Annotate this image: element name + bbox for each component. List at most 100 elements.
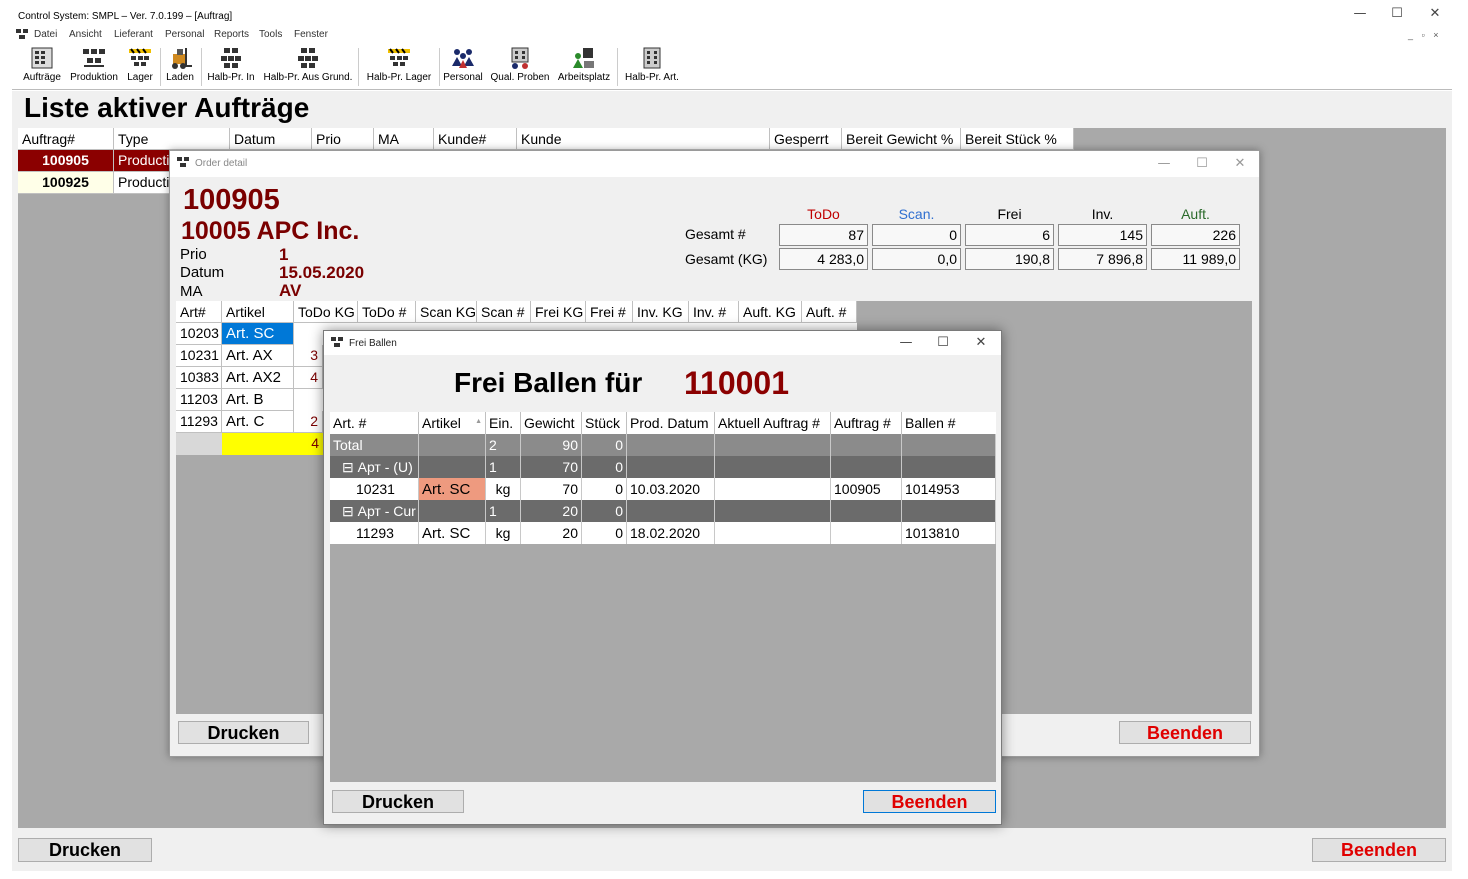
table-row-artikel[interactable]: Art. AX (222, 345, 294, 367)
mdi-window-controls[interactable]: _ ▫ × (1408, 30, 1441, 40)
toolbar-arbeitsplatz-button[interactable]: Arbeitsplatz (556, 46, 612, 83)
menu-reports[interactable]: Reports (214, 29, 249, 40)
ballen-cell-stueck[interactable]: 0 (582, 522, 627, 544)
maximize-button[interactable]: ☐ (935, 335, 951, 351)
ballen-cell-aktuell-auftrag[interactable] (715, 478, 831, 500)
ballen-cell-aktuell-auftrag[interactable] (715, 456, 831, 478)
column-header[interactable]: Scan # (477, 301, 531, 323)
maximize-button[interactable]: ☐ (1194, 156, 1210, 172)
ballen-cell-artikel[interactable] (419, 456, 486, 478)
toolbar-halb-pr-art-button[interactable]: Halb-Pr. Art. (622, 46, 682, 83)
table-row-artikel[interactable]: Art. AX2 (222, 367, 294, 389)
close-button[interactable]: ✕ (1232, 156, 1248, 172)
ballen-cell-ein[interactable]: kg (486, 478, 521, 500)
column-header[interactable]: Ein. (486, 412, 521, 434)
ballen-cell-gewicht[interactable]: 90 (521, 434, 582, 456)
ballen-cell-auftrag[interactable] (831, 434, 902, 456)
column-header[interactable]: Scan KG (416, 301, 477, 323)
column-header[interactable]: Aktuell Auftrag # (715, 412, 831, 434)
ballen-cell-artikel[interactable]: Art. SC (419, 522, 486, 544)
ballen-cell-auftrag[interactable] (831, 522, 902, 544)
column-header[interactable]: Art. # (330, 412, 419, 434)
ballen-cell-ballen[interactable] (902, 434, 996, 456)
ballen-cell-ballen[interactable] (902, 500, 996, 522)
ballen-cell-gewicht[interactable]: 20 (521, 500, 582, 522)
column-header[interactable]: Kunde (517, 128, 770, 150)
menu-ansicht[interactable]: Ansicht (69, 29, 102, 40)
toolbar-lager-button[interactable]: Lager (124, 46, 156, 83)
ballen-cell-art[interactable]: 11293 (330, 522, 419, 544)
ballen-cell-artikel[interactable]: Art. SC (419, 478, 486, 500)
menu-tools[interactable]: Tools (259, 29, 282, 40)
toolbar-halb-pr-aus-grund-button[interactable]: Halb-Pr. Aus Grund. (263, 46, 353, 83)
ballen-cell-stueck[interactable]: 0 (582, 478, 627, 500)
close-button[interactable]: ✕ (973, 335, 989, 351)
column-header[interactable]: Stück (582, 412, 627, 434)
table-row-art[interactable]: 10231 (176, 345, 222, 367)
column-header[interactable]: Auftrag # (831, 412, 902, 434)
ballen-cell-ein[interactable]: 1 (486, 500, 521, 522)
ballen-cell-auftrag[interactable] (831, 500, 902, 522)
table-row-art[interactable]: 11293 (176, 411, 222, 433)
ballen-cell-auftrag[interactable] (831, 456, 902, 478)
ballen-cell-prod-datum[interactable] (627, 456, 715, 478)
column-header[interactable]: Gewicht (521, 412, 582, 434)
menu-fenster[interactable]: Fenster (294, 29, 328, 40)
main-exit-button[interactable]: Beenden (1312, 838, 1446, 862)
column-header[interactable]: MA (374, 128, 434, 150)
column-header[interactable]: Inv. KG (633, 301, 689, 323)
table-row-artikel[interactable]: Art. B (222, 389, 294, 411)
ballen-cell-ein[interactable]: 2 (486, 434, 521, 456)
column-header[interactable]: Frei # (586, 301, 633, 323)
table-row-type[interactable]: Productio (114, 150, 174, 172)
table-row-type[interactable]: Productio (114, 172, 174, 194)
toolbar-halb-pr-in-button[interactable]: Halb-Pr. In (205, 46, 257, 83)
toolbar-produktion-button[interactable]: Produktion (68, 46, 120, 83)
column-header[interactable]: Inv. # (689, 301, 739, 323)
column-header[interactable]: Auft. KG (739, 301, 802, 323)
column-header[interactable]: Prio (312, 128, 374, 150)
column-header[interactable]: Bereit Stück % (961, 128, 1074, 150)
column-header[interactable]: Prod. Datum (627, 412, 715, 434)
main-print-button[interactable]: Drucken (18, 838, 152, 862)
ballen-cell-aktuell-auftrag[interactable] (715, 434, 831, 456)
ballen-cell-prod-datum[interactable] (627, 434, 715, 456)
table-row-artikel[interactable]: Art. SC (222, 323, 294, 345)
ballen-cell-stueck[interactable]: 0 (582, 500, 627, 522)
minimize-button[interactable]: — (1352, 6, 1368, 22)
toolbar-laden-button[interactable]: Laden (164, 46, 196, 83)
ballen-cell-stueck[interactable]: 0 (582, 434, 627, 456)
minimize-button[interactable]: — (1156, 156, 1172, 172)
ballen-cell-ballen[interactable] (902, 456, 996, 478)
toolbar-auftraege-button[interactable]: Aufträge (20, 46, 64, 83)
ballen-cell-ballen[interactable]: 1013810 (902, 522, 996, 544)
table-row-art[interactable]: 10203 (176, 323, 222, 345)
minimize-button[interactable]: — (898, 335, 914, 351)
toolbar-halb-pr-lager-button[interactable]: Halb-Pr. Lager (364, 46, 434, 83)
maximize-button[interactable]: ☐ (1389, 6, 1405, 22)
frei-ballen-print-button[interactable]: Drucken (332, 790, 464, 813)
ballen-cell-aktuell-auftrag[interactable] (715, 500, 831, 522)
table-row-artikel[interactable]: Art. C (222, 411, 294, 433)
ballen-cell-prod-datum[interactable] (627, 500, 715, 522)
menu-lieferant[interactable]: Lieferant (114, 29, 153, 40)
column-header[interactable]: Artikel (222, 301, 294, 323)
column-header[interactable]: Auft. # (802, 301, 857, 323)
close-button[interactable]: ✕ (1427, 6, 1443, 22)
table-row-art[interactable]: 11203 (176, 389, 222, 411)
toolbar-qual-proben-button[interactable]: Qual. Proben (488, 46, 552, 83)
table-row-order[interactable]: 100905 (18, 150, 114, 172)
ballen-cell-artikel[interactable] (419, 434, 486, 456)
column-header[interactable]: ToDo # (358, 301, 416, 323)
column-header[interactable]: Datum (230, 128, 312, 150)
table-row-order[interactable]: 100925 (18, 172, 114, 194)
ballen-cell-art[interactable]: ⊟ Арт - (U) (330, 456, 419, 478)
ballen-cell-ballen[interactable]: 1014953 (902, 478, 996, 500)
ballen-cell-stueck[interactable]: 0 (582, 456, 627, 478)
column-header[interactable]: Ballen # (902, 412, 996, 434)
ballen-cell-ein[interactable]: kg (486, 522, 521, 544)
ballen-cell-art[interactable]: Total (330, 434, 419, 456)
column-header[interactable]: Frei KG (531, 301, 586, 323)
column-header[interactable]: Bereit Gewicht % (842, 128, 961, 150)
column-header[interactable]: ToDo KG (294, 301, 358, 323)
